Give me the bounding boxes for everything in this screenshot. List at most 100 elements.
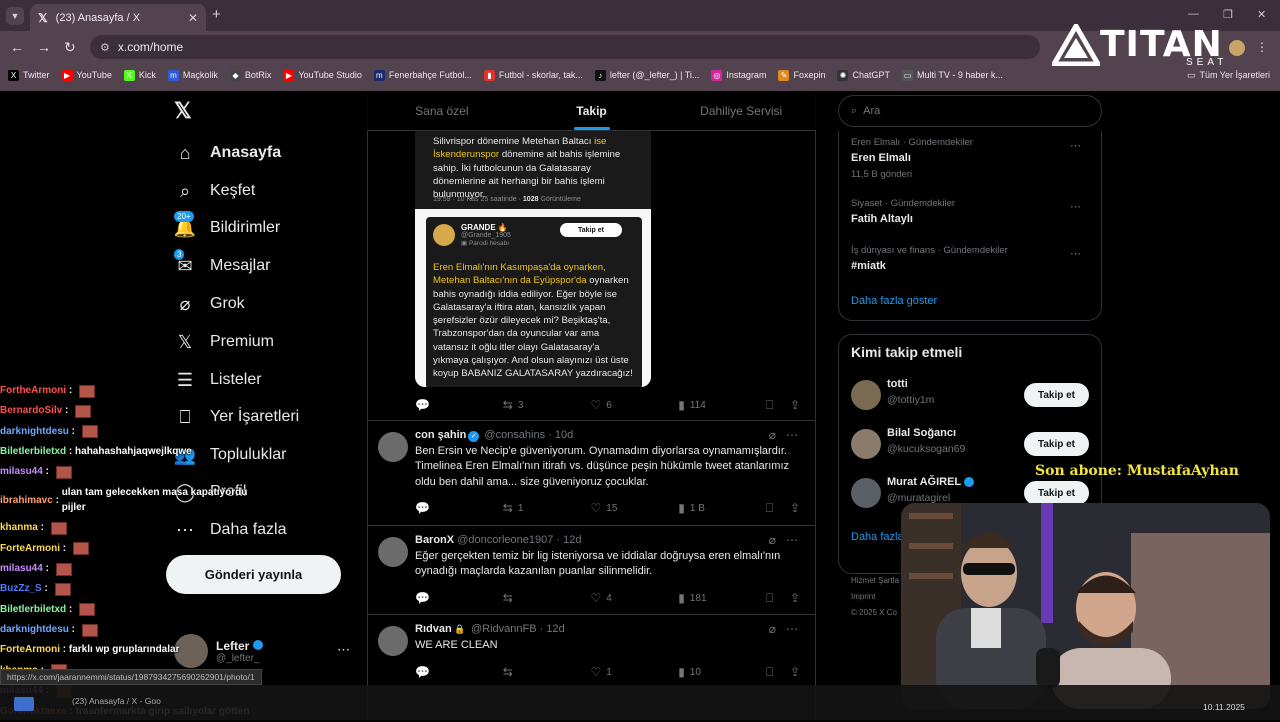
show-more-link[interactable]: Daha fazla göster: [851, 295, 937, 307]
avatar[interactable]: [378, 537, 408, 567]
tweet-author-name[interactable]: BaronX: [415, 534, 454, 546]
share-button[interactable]: ⇪: [790, 665, 805, 679]
tab-list-button[interactable]: ▼: [6, 7, 24, 25]
follow-button[interactable]: Takip et: [1024, 432, 1089, 456]
tweet-time[interactable]: 12d: [563, 534, 581, 546]
views-button[interactable]: ▮ 10: [678, 665, 766, 679]
follow-suggestion[interactable]: Bilal Soğancı @kucuksogan69 Takip et: [851, 427, 1091, 461]
share-button[interactable]: ⇪: [790, 398, 805, 412]
bookmark-button[interactable]: ⎕: [766, 591, 790, 606]
more-icon[interactable]: ⋯: [786, 533, 798, 547]
more-icon[interactable]: ⋯: [1070, 139, 1081, 152]
minimize-icon[interactable]: —: [1188, 8, 1199, 20]
reply-button[interactable]: 💬: [415, 398, 503, 412]
browser-tab[interactable]: 𝕏 (23) Anasayfa / X ✕: [30, 4, 206, 31]
reply-button[interactable]: 💬: [415, 591, 503, 605]
more-icon[interactable]: ⋯: [786, 428, 798, 442]
like-button[interactable]: ♡ 15: [591, 501, 679, 515]
nav-item-grok[interactable]: ⌀ Grok: [174, 288, 245, 320]
tab-for-you[interactable]: Sana özel: [367, 91, 517, 130]
like-button[interactable]: ♡ 6: [591, 398, 679, 412]
new-tab-button[interactable]: +: [212, 6, 221, 23]
window-close-icon[interactable]: ✕: [1257, 8, 1266, 21]
bookmark-button[interactable]: ⎕: [766, 501, 790, 516]
more-icon[interactable]: ⋯: [1070, 200, 1081, 213]
follow-button[interactable]: Takip et: [1024, 383, 1089, 407]
grok-icon[interactable]: ⌀: [769, 622, 776, 636]
bookmark-item[interactable]: ✺ ChatGPT: [837, 69, 890, 81]
views-button[interactable]: ▮ 114: [678, 398, 766, 412]
bookmark-item[interactable]: ✎ Foxepin: [778, 69, 825, 81]
x-logo-icon[interactable]: 𝕏: [174, 98, 192, 124]
more-icon[interactable]: ⋯: [337, 642, 350, 658]
share-button[interactable]: ⇪: [790, 501, 805, 515]
views-button[interactable]: ▮ 181: [678, 591, 766, 605]
bookmark-item[interactable]: ▶ YouTube: [61, 69, 112, 81]
avatar[interactable]: [851, 380, 881, 410]
nav-item-mail[interactable]: ✉ 3 Mesajlar: [174, 249, 270, 282]
maximize-icon[interactable]: ❐: [1223, 8, 1233, 21]
reload-icon[interactable]: ↻: [64, 39, 76, 56]
retweet-button[interactable]: ⇆ 1: [503, 501, 591, 515]
like-button[interactable]: ♡ 4: [591, 591, 679, 605]
nav-item-bell[interactable]: 🔔 20+ Bildirimler: [174, 211, 280, 244]
retweet-button[interactable]: ⇆: [503, 591, 591, 605]
grok-icon[interactable]: ⌀: [769, 428, 776, 442]
browser-menu-icon[interactable]: ⋮: [1256, 40, 1268, 54]
views-button[interactable]: ▮ 1 B: [678, 501, 766, 515]
site-settings-icon[interactable]: ⚙: [100, 41, 110, 54]
tab-close-icon[interactable]: ✕: [188, 11, 198, 25]
more-icon[interactable]: ⋯: [1070, 247, 1081, 260]
tab-custom-list[interactable]: Dahiliye Servisi: [666, 91, 816, 130]
tweet-time[interactable]: 12d: [546, 623, 564, 635]
retweet-button[interactable]: ⇆ 3: [503, 398, 591, 412]
tweet-author-name[interactable]: con şahin: [415, 429, 466, 441]
trend-item[interactable]: İş dünyası ve finans · Gündemdekiler #mia…: [851, 245, 1091, 272]
bookmark-item[interactable]: ▮ Futbol - skorlar, tak...: [483, 69, 583, 81]
avatar[interactable]: [851, 478, 881, 508]
share-button[interactable]: ⇪: [790, 591, 805, 605]
bookmark-item[interactable]: m Maçkolik: [167, 69, 218, 81]
tab-following[interactable]: Takip: [517, 91, 667, 130]
address-bar[interactable]: ⚙ x.com/home: [90, 35, 1040, 59]
reply-button[interactable]: 💬: [415, 501, 503, 515]
search-input[interactable]: ⌕ Ara: [838, 95, 1102, 127]
tweet-handle[interactable]: @doncorleone1907: [457, 534, 553, 546]
profile-avatar[interactable]: [1229, 40, 1245, 56]
bookmark-button[interactable]: ⎕: [766, 665, 790, 680]
nav-item-home[interactable]: ⌂ Anasayfa: [174, 137, 282, 169]
forward-icon[interactable]: →: [37, 39, 51, 55]
nav-item-x[interactable]: 𝕏 Premium: [174, 326, 274, 358]
bookmark-item[interactable]: m Fenerbahçe Futbol...: [373, 69, 472, 81]
tweet-author-name[interactable]: Rıdvan: [415, 623, 452, 635]
tweet-handle[interactable]: @consahins: [484, 429, 545, 441]
trend-item[interactable]: Eren Elmalı · Gündemdekiler Eren Elmalı 11…: [851, 137, 1091, 180]
reply-button[interactable]: 💬: [415, 665, 503, 679]
follow-button[interactable]: Takip et: [1024, 481, 1089, 505]
bookmark-item[interactable]: ▭ Multi TV - 9 haber k...: [902, 69, 1003, 81]
bookmark-button[interactable]: ⎕: [766, 398, 790, 413]
follow-suggestion[interactable]: totti @tottiy1m Takip et: [851, 378, 1091, 412]
tweet[interactable]: con şahin ✓ @consahins · 10d ⌀ ⋯ Ben Ersin v…: [378, 428, 808, 492]
bookmark-item[interactable]: K Kick: [123, 69, 156, 81]
tweet-image[interactable]: Silivrispor dönemine Metehan Baltacı ise…: [415, 131, 651, 387]
bookmark-item[interactable]: X Twitter: [8, 69, 50, 81]
who-to-follow-more-link[interactable]: Daha fazla: [851, 531, 904, 543]
nav-item-search[interactable]: ⌕ Keşfet: [174, 175, 255, 207]
avatar[interactable]: [851, 429, 881, 459]
bookmark-item[interactable]: ♪ lefter (@_lefter_) | Ti...: [594, 69, 699, 81]
more-icon[interactable]: ⋯: [786, 622, 798, 636]
trend-item[interactable]: Siyaset · Gündemdekiler Fatih Altaylı ⋯: [851, 198, 1091, 225]
grok-icon[interactable]: ⌀: [769, 533, 776, 547]
start-icon[interactable]: [14, 697, 34, 711]
avatar[interactable]: [378, 432, 408, 462]
bookmark-item[interactable]: ◆ BotRix: [229, 69, 271, 81]
tweet-time[interactable]: 10d: [555, 429, 573, 441]
bookmark-item[interactable]: ◎ Instagram: [711, 69, 766, 81]
avatar[interactable]: [378, 626, 408, 656]
bookmark-item[interactable]: ▶ YouTube Studio: [283, 69, 362, 81]
tweet[interactable]: BaronX @doncorleone1907 · 12d ⌀ ⋯ Eğer gerç…: [378, 533, 808, 597]
like-button[interactable]: ♡ 1: [591, 665, 679, 679]
taskbar-browser-item[interactable]: (23) Anasayfa / X - Goo: [72, 696, 161, 706]
back-icon[interactable]: ←: [10, 39, 24, 55]
